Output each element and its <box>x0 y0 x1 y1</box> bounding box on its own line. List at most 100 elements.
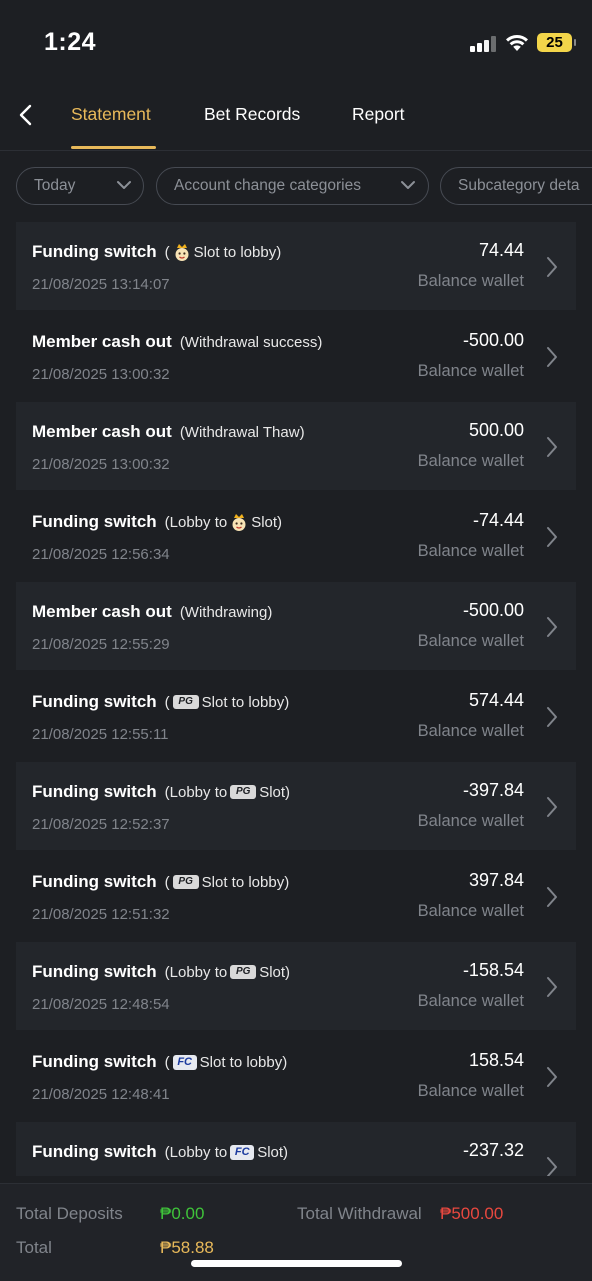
chevron-right-icon <box>547 527 557 547</box>
transaction-amount: 158.54 <box>468 1050 524 1070</box>
transaction-date: 21/08/2025 12:51:32 <box>32 906 170 923</box>
transaction-type: Member cash out <box>32 332 172 351</box>
chevron-right-icon <box>547 797 557 817</box>
transaction-detail: ( <box>164 693 170 711</box>
battery-indicator: 25 <box>537 33 576 52</box>
wallet-name: Balance wallet <box>417 992 524 1010</box>
transaction-type: Funding switch <box>32 512 157 531</box>
transaction-detail: (Withdrawal Thaw) <box>179 423 305 441</box>
transaction-amount: -158.54 <box>462 960 524 980</box>
wallet-name: Balance wallet <box>417 452 524 470</box>
wallet-name: Balance wallet <box>417 722 524 740</box>
wallet-name: Balance wallet <box>417 902 524 920</box>
fc-provider-logo-icon: FC <box>230 1144 255 1160</box>
wallet-name: Balance wallet <box>417 272 524 290</box>
transaction-detail: Slot) <box>257 1143 289 1161</box>
statement-row[interactable]: Member cash out (Withdrawal success) 21/08… <box>16 312 576 400</box>
transaction-amount: 397.84 <box>468 870 524 890</box>
tab-report[interactable]: Report <box>352 104 405 125</box>
statement-row[interactable]: Funding switch (Lobby to Slot) 21/08/2025 1… <box>16 492 576 580</box>
subcategory-dropdown[interactable]: Subcategory deta <box>440 167 592 205</box>
chevron-down-icon <box>401 181 415 189</box>
statement-row[interactable]: Funding switch (PG Slot to lobby) 21/08/202… <box>16 852 576 940</box>
total-deposits-value: ₱0.00 <box>160 1204 205 1223</box>
chevron-right-icon <box>547 977 557 997</box>
wallet-name: Balance wallet <box>417 362 524 380</box>
account-change-category-dropdown[interactable]: Account change categories <box>156 167 429 205</box>
transaction-detail: Slot to lobby) <box>201 693 290 711</box>
transaction-detail: (Withdrawal success) <box>179 333 323 351</box>
transaction-detail: Slot) <box>251 513 283 531</box>
transaction-amount: 74.44 <box>478 240 524 260</box>
transaction-type: Funding switch <box>32 962 157 981</box>
row-title-line: Member cash out (Withdrawal success) <box>32 332 322 352</box>
transaction-type: Funding switch <box>32 872 157 891</box>
wallet-name: Balance wallet <box>417 542 524 560</box>
subcategory-label: Subcategory deta <box>458 177 580 194</box>
chevron-right-icon <box>547 617 557 637</box>
total-withdrawal-label: Total Withdrawal <box>297 1204 422 1223</box>
transaction-date: 21/08/2025 12:52:37 <box>32 816 170 833</box>
mascot-provider-logo-icon <box>175 244 189 261</box>
transaction-type: Funding switch <box>32 782 157 801</box>
transaction-amount: -500.00 <box>462 330 524 350</box>
statement-row[interactable]: Funding switch (Lobby to PG Slot) 21/08/2025… <box>16 942 576 1030</box>
transaction-detail: (Lobby to <box>164 963 228 981</box>
wallet-name: Balance wallet <box>417 1082 524 1100</box>
transaction-type: Funding switch <box>32 1052 157 1071</box>
transaction-detail: (Lobby to <box>164 1143 228 1161</box>
statement-row[interactable]: Member cash out (Withdrawal Thaw) 21/08/20… <box>16 402 576 490</box>
date-filter-label: Today <box>34 177 76 194</box>
date-filter-dropdown[interactable]: Today <box>16 167 144 205</box>
cellular-signal-icon <box>470 36 496 52</box>
transaction-type: Funding switch <box>32 1142 157 1161</box>
statement-row[interactable]: Funding switch (Slot to lobby) 21/08/2025 … <box>16 222 576 310</box>
chevron-right-icon <box>547 707 557 727</box>
row-title-line: Funding switch (Lobby to FC Slot) <box>32 1142 288 1162</box>
transaction-amount: -74.44 <box>472 510 524 530</box>
row-title-line: Funding switch (Lobby to Slot) <box>32 512 282 532</box>
total-label: Total <box>16 1238 52 1257</box>
transaction-amount: 500.00 <box>468 420 524 440</box>
transaction-detail: ( <box>164 243 170 261</box>
row-title-line: Funding switch (Slot to lobby) <box>32 242 281 262</box>
transaction-type: Member cash out <box>32 602 172 621</box>
top-nav: Statement Bet Records Report <box>0 84 592 151</box>
transaction-type: Funding switch <box>32 692 157 711</box>
chevron-down-icon <box>117 181 131 189</box>
transaction-amount: -500.00 <box>462 600 524 620</box>
total-withdrawal-value: ₱500.00 <box>440 1204 504 1223</box>
transaction-amount: -397.84 <box>462 780 524 800</box>
back-arrow-icon[interactable] <box>14 100 40 130</box>
statement-list: Funding switch ( Slot to lobby) 21/08/2025 … <box>16 222 576 1176</box>
status-time: 1:24 <box>44 28 97 56</box>
transaction-amount: 574.44 <box>468 690 524 710</box>
statement-row[interactable]: Funding switch (FC Slot to lobby) 21/08/202… <box>16 1032 576 1120</box>
transaction-detail: Slot to lobby) <box>199 1053 288 1071</box>
wallet-name: Balance wallet <box>417 632 524 650</box>
row-title-line: Member cash out (Withdrawing) <box>32 602 272 622</box>
row-title-line: Funding switch (PG Slot to lobby) <box>32 692 289 712</box>
account-change-category-label: Account change categories <box>174 177 361 194</box>
filter-bar: Today Account change categories Subcateg… <box>0 167 592 207</box>
transaction-date: 21/08/2025 13:00:32 <box>32 456 170 473</box>
statement-row[interactable]: Funding switch (PG Slot to lobby) 21/08/202… <box>16 672 576 760</box>
transaction-date: 21/08/2025 12:48:54 <box>32 996 170 1013</box>
statement-row[interactable]: Funding switch (Lobby to PG Slot) 21/08/2025… <box>16 762 576 850</box>
chevron-right-icon <box>547 257 557 277</box>
transaction-date: 21/08/2025 13:00:32 <box>32 366 170 383</box>
chevron-right-icon <box>547 437 557 457</box>
home-indicator <box>191 1260 402 1267</box>
transaction-type: Funding switch <box>32 242 157 261</box>
pg-provider-logo-icon: PG <box>230 785 257 799</box>
wallet-name: Balance wallet <box>417 812 524 830</box>
chevron-right-icon <box>547 347 557 367</box>
tab-statement[interactable]: Statement <box>71 104 151 125</box>
chevron-right-icon <box>547 1157 557 1176</box>
pg-provider-logo-icon: PG <box>172 695 199 709</box>
statement-row[interactable]: Funding switch (Lobby to FC Slot) -237.32 <box>16 1122 576 1176</box>
transaction-date: 21/08/2025 12:55:29 <box>32 636 170 653</box>
statement-row[interactable]: Member cash out (Withdrawing) 21/08/2025 1… <box>16 582 576 670</box>
tab-bet-records[interactable]: Bet Records <box>204 104 300 125</box>
transaction-type: Member cash out <box>32 422 172 441</box>
